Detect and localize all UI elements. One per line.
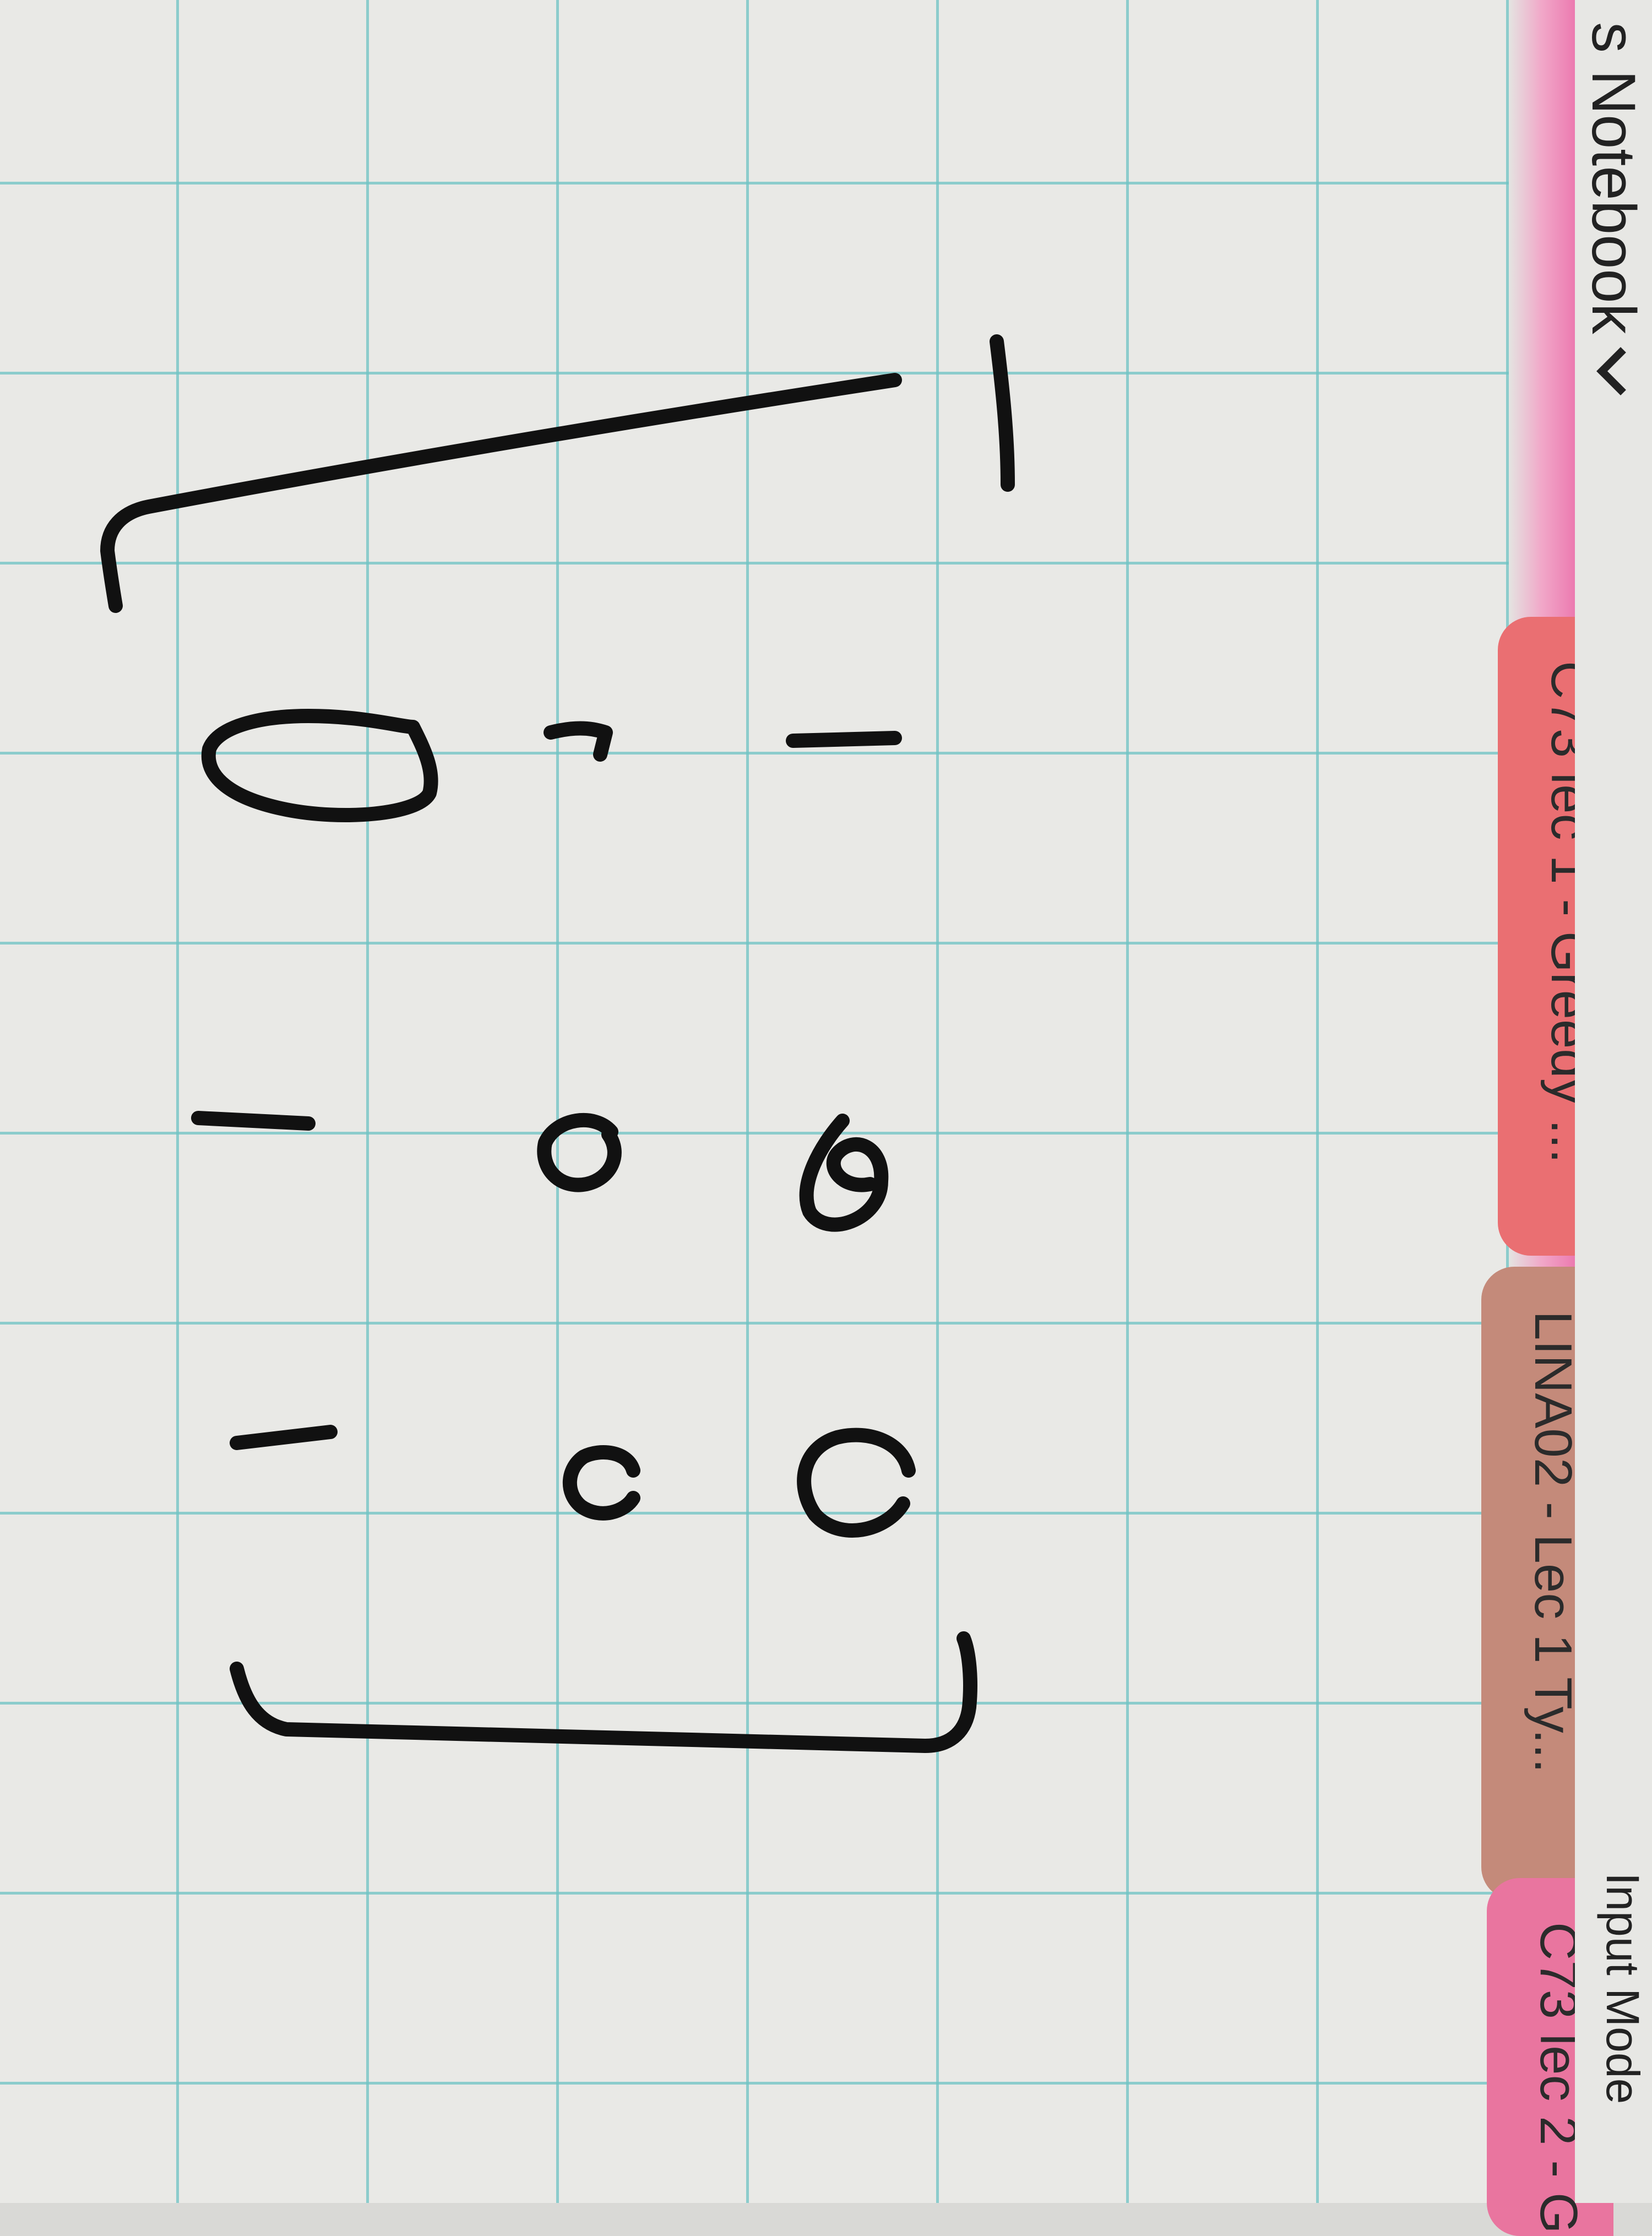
entry-1-3 <box>797 1428 916 1538</box>
handwriting-ink <box>100 334 1015 1753</box>
input-mode-button[interactable]: Input Mode <box>1596 1873 1649 2104</box>
bracket-right <box>230 1631 977 1753</box>
tab-label: LINA02 - Lec 1 Ty... <box>1524 1311 1583 1773</box>
entry-2-3 <box>562 1445 640 1521</box>
entry-2-2 <box>537 1113 622 1192</box>
entry-1-2 <box>799 1114 889 1232</box>
entry-1-1 <box>786 731 902 748</box>
notebook-title: s Notebook <box>1579 22 1648 334</box>
entry-2-1 <box>544 721 613 762</box>
entry-3-1 <box>201 709 438 822</box>
bracket-left <box>100 334 1015 613</box>
chevron-down-icon <box>1596 346 1645 395</box>
notebook-selector[interactable]: s Notebook <box>1578 22 1649 395</box>
entry-3-3 <box>230 1425 338 1450</box>
entry-3-2 <box>191 1111 316 1131</box>
